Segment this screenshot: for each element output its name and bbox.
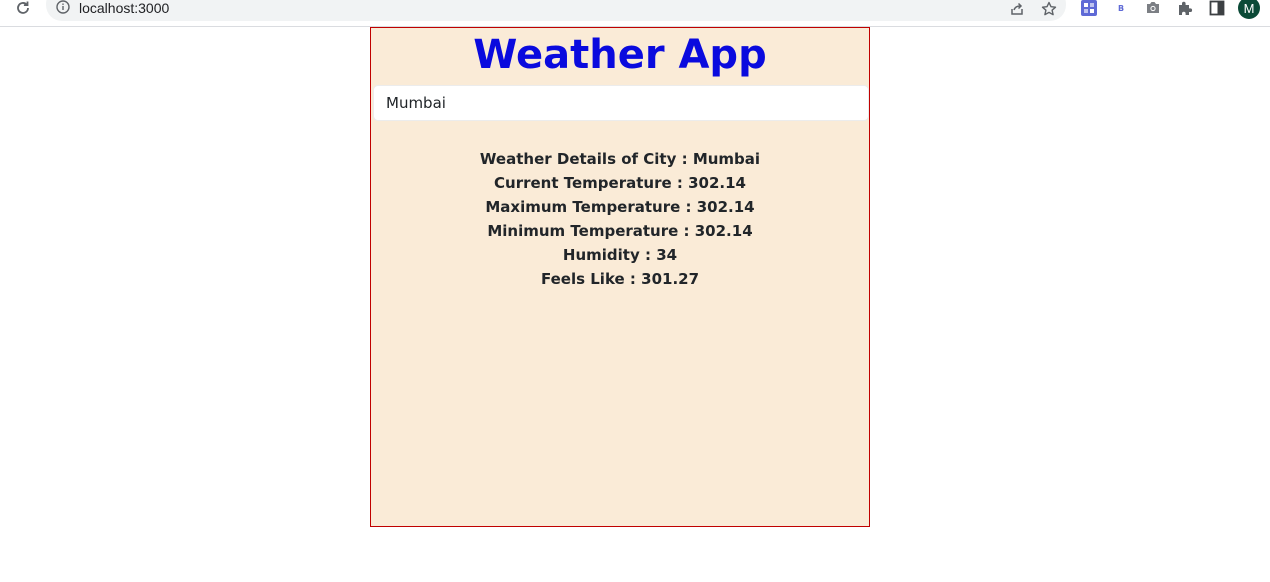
reload-icon[interactable] — [13, 0, 33, 18]
extension-b-label: B — [1117, 3, 1125, 13]
app-title: Weather App — [473, 32, 767, 78]
extension-grid-icon[interactable] — [1079, 0, 1099, 18]
current-temperature: Current Temperature : 302.14 — [494, 174, 746, 192]
city-search-input[interactable] — [373, 85, 869, 121]
browser-toolbar: localhost:3000 B M — [0, 0, 1270, 27]
bookmark-star-icon[interactable] — [1040, 0, 1058, 18]
address-bar[interactable]: localhost:3000 — [46, 0, 1066, 21]
minimum-temperature: Minimum Temperature : 302.14 — [487, 222, 753, 240]
extension-b-icon[interactable]: B — [1111, 0, 1131, 18]
url-text[interactable]: localhost:3000 — [79, 0, 169, 16]
share-icon[interactable] — [1008, 0, 1026, 18]
maximum-temperature: Maximum Temperature : 302.14 — [485, 198, 755, 216]
weather-app-container: Weather App Weather Details of City : Mu… — [370, 27, 870, 527]
site-info-icon[interactable] — [56, 0, 70, 14]
profile-avatar[interactable]: M — [1238, 0, 1260, 19]
camera-icon[interactable] — [1143, 0, 1163, 18]
humidity: Humidity : 34 — [562, 246, 678, 264]
side-panel-icon[interactable] — [1207, 0, 1227, 18]
feels-like: Feels Like : 301.27 — [540, 270, 700, 288]
extensions-puzzle-icon[interactable] — [1175, 0, 1195, 18]
city-detail: Weather Details of City : Mumbai — [479, 150, 761, 168]
weather-details: Weather Details of City : Mumbai Current… — [371, 147, 869, 291]
